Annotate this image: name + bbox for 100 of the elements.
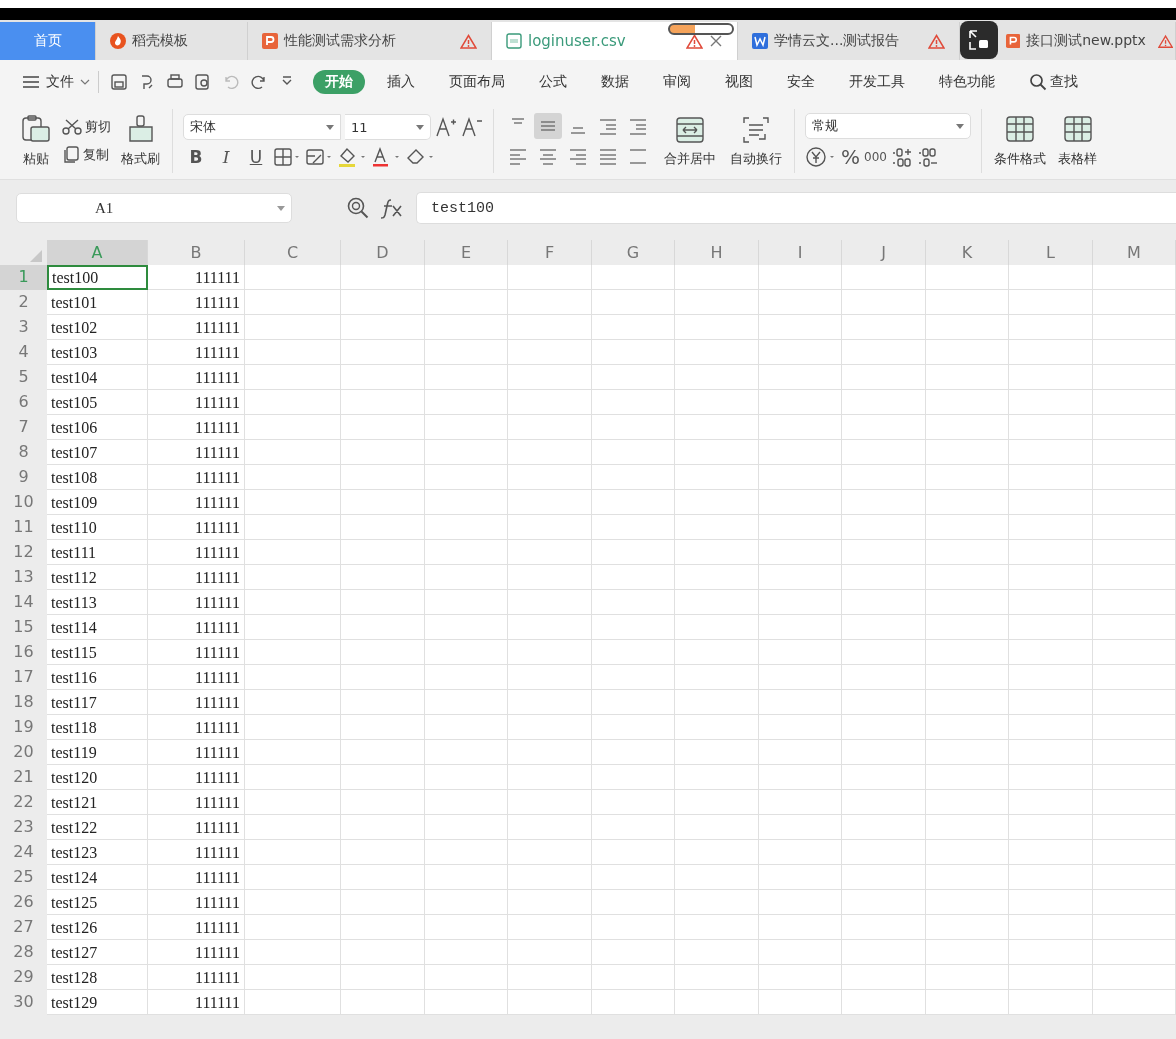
menu-tab[interactable]: 审阅 xyxy=(651,69,703,94)
decrease-decimal-icon[interactable] xyxy=(916,146,939,168)
table-cell: 111111 xyxy=(148,490,245,515)
table-cell: 111111 xyxy=(148,790,245,815)
menu-tab[interactable]: 安全 xyxy=(775,69,827,94)
copy-button[interactable]: 复制 xyxy=(62,146,111,164)
menu-tab[interactable]: 公式 xyxy=(527,69,579,94)
table-cell: 111111 xyxy=(148,740,245,765)
font-size-dropdown[interactable]: 11 xyxy=(345,114,431,140)
exit-fullscreen-button[interactable] xyxy=(960,21,998,59)
document-tab[interactable]: 首页 xyxy=(0,22,96,60)
menu-tab[interactable]: 数据 xyxy=(589,69,641,94)
menu-tab[interactable]: 特色功能 xyxy=(927,69,1007,94)
table-cell: test114 xyxy=(47,615,148,640)
borders-icon[interactable] xyxy=(273,147,301,167)
table-cell: 111111 xyxy=(148,715,245,740)
shrink-font-icon[interactable] xyxy=(461,116,483,138)
percent-button[interactable]: % xyxy=(841,145,860,169)
menu-tab[interactable]: 开发工具 xyxy=(837,69,917,94)
table-cell: test103 xyxy=(47,340,148,365)
table-cell: test119 xyxy=(47,740,148,765)
table-cell: test128 xyxy=(47,965,148,990)
table-cell: 111111 xyxy=(148,465,245,490)
caret-icon xyxy=(416,124,424,130)
thousands-button[interactable]: 000 xyxy=(864,150,887,164)
wrap-text-button[interactable]: 自动换行 xyxy=(728,114,784,168)
menu-tab[interactable]: 开始 xyxy=(313,69,365,94)
table-cell: test111 xyxy=(47,540,148,565)
table-cell: 111111 xyxy=(148,340,245,365)
print-icon[interactable] xyxy=(166,72,184,91)
document-tab[interactable]: loginuser.csv xyxy=(492,22,738,60)
table-cell: test125 xyxy=(47,890,148,915)
formula-field[interactable]: test100 xyxy=(416,192,1176,224)
table-cell: test127 xyxy=(47,940,148,965)
cut-button[interactable]: 剪切 xyxy=(62,118,111,136)
table-cell: test115 xyxy=(47,640,148,665)
italic-button[interactable]: I xyxy=(213,147,239,167)
table-cell: 111111 xyxy=(148,840,245,865)
row-header[interactable]: 1 xyxy=(0,265,47,290)
table-cell: test109 xyxy=(47,490,148,515)
table-cell: 111111 xyxy=(148,565,245,590)
currency-icon[interactable] xyxy=(805,146,837,168)
table-cell: test121 xyxy=(47,790,148,815)
table-cell: test104 xyxy=(47,365,148,390)
table-cell: 111111 xyxy=(148,965,245,990)
table-cell: 111111 xyxy=(148,990,245,1015)
bold-button[interactable]: B xyxy=(183,147,209,167)
search-button[interactable]: 查找 xyxy=(1017,69,1090,94)
fill-color-icon[interactable] xyxy=(337,146,367,168)
table-cell: 111111 xyxy=(148,815,245,840)
caret-icon xyxy=(80,78,90,85)
table-cell: 111111 xyxy=(148,415,245,440)
menu-tab[interactable]: 视图 xyxy=(713,69,765,94)
table-cell: 111111 xyxy=(148,265,245,290)
format-painter-button[interactable]: 格式刷 xyxy=(119,114,162,168)
function-icon[interactable] xyxy=(380,197,404,219)
cell-style-icon[interactable] xyxy=(305,147,333,167)
table-cell: test118 xyxy=(47,715,148,740)
name-box[interactable]: A1 xyxy=(16,193,292,223)
table-cell: 111111 xyxy=(148,515,245,540)
table-cell: 111111 xyxy=(148,940,245,965)
grow-font-icon[interactable] xyxy=(435,116,457,138)
number-format-dropdown[interactable]: 常规 xyxy=(805,113,971,139)
table-cell: test108 xyxy=(47,465,148,490)
table-cell: test129 xyxy=(47,990,148,1015)
table-cell: 111111 xyxy=(148,590,245,615)
active-cell[interactable]: test100 xyxy=(47,265,148,290)
menu-tab[interactable]: 插入 xyxy=(375,69,427,94)
increase-decimal-icon[interactable] xyxy=(890,146,913,168)
merge-cells-icon xyxy=(674,114,706,146)
table-cell: test126 xyxy=(47,915,148,940)
conditional-format-button[interactable]: 条件格式 xyxy=(992,114,1048,168)
table-style-button[interactable]: 表格样 xyxy=(1056,114,1099,168)
table-cell: 111111 xyxy=(148,690,245,715)
paste-button[interactable]: 粘贴 xyxy=(18,114,54,168)
font-color-icon[interactable] xyxy=(371,146,401,168)
font-dropdown[interactable]: 宋体 xyxy=(183,114,341,140)
table-cell: 111111 xyxy=(148,440,245,465)
scissors-icon xyxy=(62,118,82,136)
table-cell: 111111 xyxy=(148,315,245,340)
table-cell: 111111 xyxy=(148,915,245,940)
save-icon[interactable] xyxy=(110,72,128,91)
close-icon[interactable] xyxy=(709,34,723,48)
zoom-icon[interactable] xyxy=(346,196,370,220)
table-cell: test107 xyxy=(47,440,148,465)
table-cell: test124 xyxy=(47,865,148,890)
column-header[interactable]: A xyxy=(47,240,148,266)
word-icon xyxy=(752,33,768,49)
table-cell: 111111 xyxy=(148,365,245,390)
table-cell: 111111 xyxy=(148,665,245,690)
print-preview-icon[interactable] xyxy=(194,72,212,91)
merge-center-button[interactable]: 合并居中 xyxy=(662,114,718,168)
underline-button[interactable]: U xyxy=(243,147,269,167)
table-cell: test120 xyxy=(47,765,148,790)
collapse-icon xyxy=(968,29,990,51)
file-menu[interactable]: 文件 xyxy=(22,72,90,91)
search-icon xyxy=(1029,72,1047,91)
csv-file-icon xyxy=(506,33,522,49)
menu-tab[interactable]: 页面布局 xyxy=(437,69,517,94)
caret-icon xyxy=(277,205,285,211)
